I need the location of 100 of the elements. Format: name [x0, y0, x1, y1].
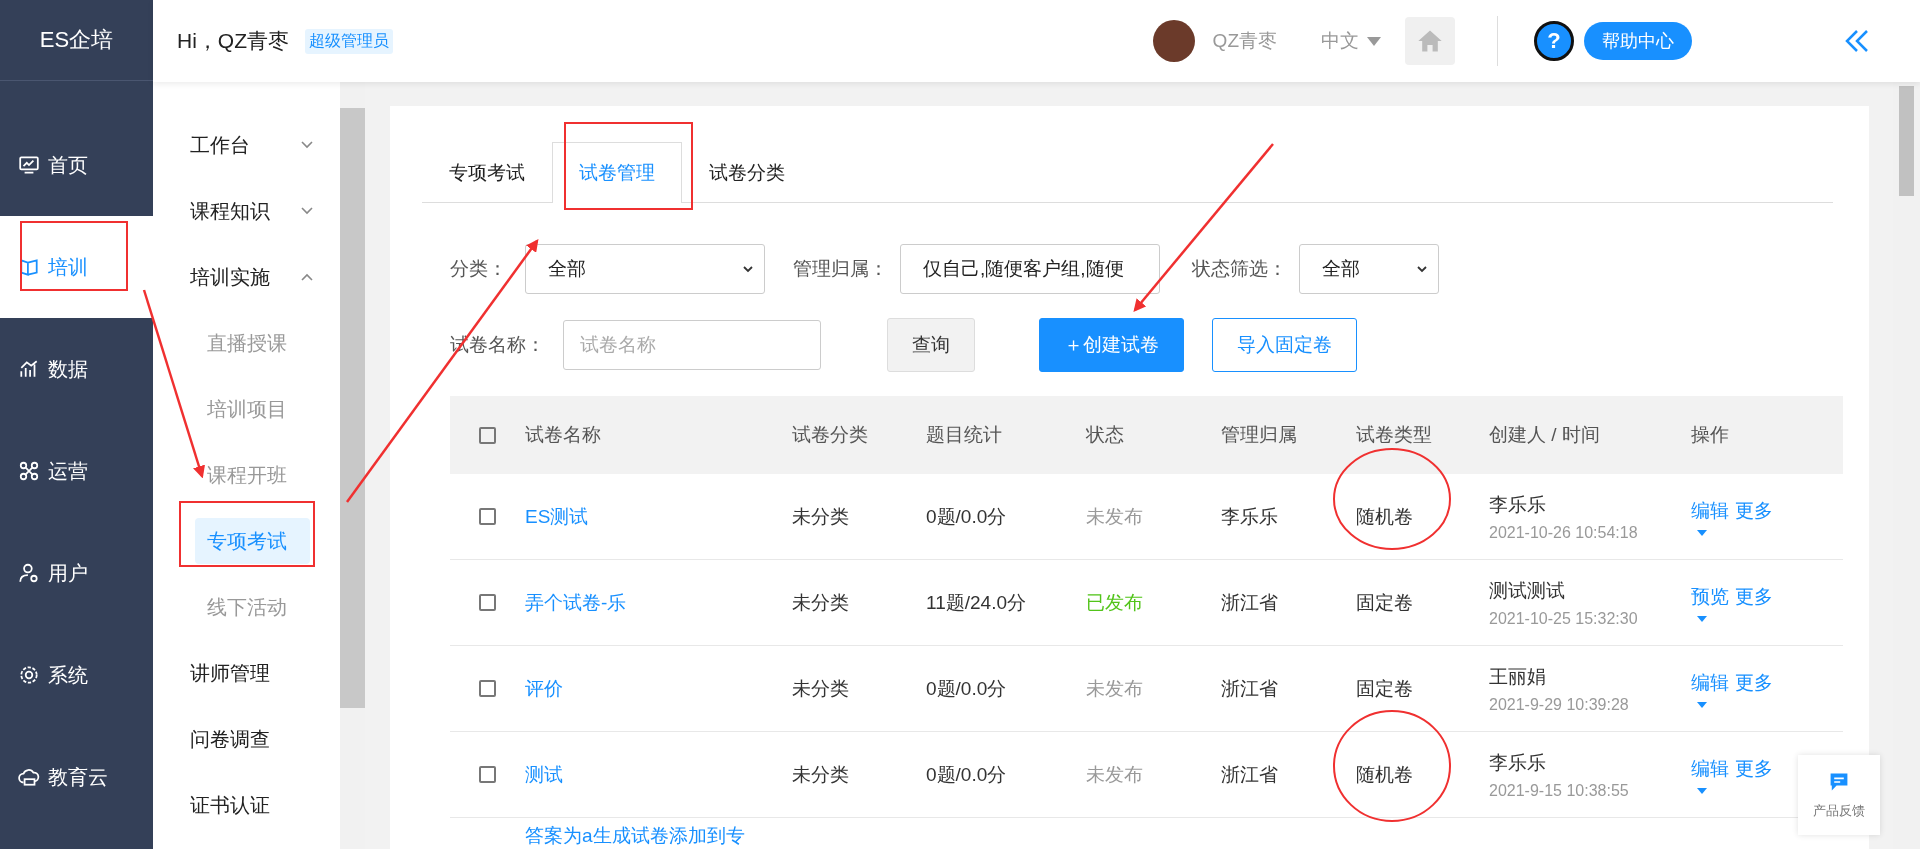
table-cell-text: 浙江省: [1221, 590, 1279, 615]
user-icon: [18, 562, 40, 584]
nav-item[interactable]: 用户: [0, 522, 153, 624]
scrollbar-thumb[interactable]: [340, 108, 365, 708]
cloud-icon: [18, 766, 40, 788]
chevron-down-icon: [742, 263, 754, 275]
exam-name-link[interactable]: ES测试: [525, 505, 589, 527]
nav-item[interactable]: 教育云: [0, 726, 153, 828]
table-cell-text: 未分类: [792, 504, 850, 529]
status-select[interactable]: 全部: [1299, 244, 1439, 294]
action-link[interactable]: 编辑: [1691, 497, 1729, 524]
nav-item[interactable]: 培训: [0, 216, 153, 318]
submenu-item[interactable]: 培训项目: [153, 376, 340, 442]
action-link[interactable]: 更多: [1735, 755, 1773, 782]
caret-icon[interactable]: [1697, 701, 1707, 708]
greeting-text: Hi，QZ青枣: [177, 28, 289, 54]
column-header: 题目统计: [926, 423, 1003, 447]
table-cell-text: 固定卷: [1356, 590, 1414, 615]
submenu-item[interactable]: 问卷调查: [153, 706, 340, 772]
submenu-item[interactable]: 工作台: [153, 112, 340, 178]
column-header: 管理归属: [1221, 423, 1298, 447]
table-cell-text: 固定卷: [1356, 676, 1414, 701]
table-cell-text: 李乐乐: [1221, 504, 1279, 529]
submenu-item[interactable]: 线下活动: [153, 574, 340, 640]
created-time: 2021-9-15 10:38:55: [1489, 781, 1630, 800]
created-time: 2021-10-26 10:54:18: [1489, 523, 1639, 542]
column-header: 试卷类型: [1356, 423, 1433, 447]
help-icon[interactable]: ?: [1534, 21, 1574, 61]
home-button[interactable]: [1405, 17, 1455, 65]
checkbox[interactable]: [479, 680, 496, 697]
feedback-button[interactable]: 产品反馈: [1798, 755, 1880, 835]
table-cell-text: 未分类: [792, 676, 850, 701]
caret-icon[interactable]: [1697, 529, 1707, 536]
exam-name-link[interactable]: 弄个试卷-乐: [525, 591, 627, 613]
nav-item[interactable]: 首页: [0, 114, 153, 216]
filter-label: 分类：: [450, 257, 507, 281]
submenu-item[interactable]: 直播授课: [153, 310, 340, 376]
checkbox[interactable]: [479, 594, 496, 611]
action-link[interactable]: 更多: [1735, 583, 1773, 610]
creator-name: 王丽娟: [1489, 664, 1547, 689]
exam-name-link[interactable]: 答案为a生成试卷添加到专: [525, 825, 745, 846]
action-link[interactable]: 更多: [1735, 669, 1773, 696]
caret-icon[interactable]: [1697, 615, 1707, 622]
submenu-item[interactable]: 课程知识: [153, 178, 340, 244]
submenu-item[interactable]: 专项考试: [195, 518, 310, 564]
scrollbar-thumb[interactable]: [1899, 86, 1914, 196]
query-button[interactable]: 查询: [887, 318, 975, 372]
action-link[interactable]: 预览: [1691, 583, 1729, 610]
status-text: 未发布: [1086, 676, 1144, 701]
status-text: 未发布: [1086, 504, 1144, 529]
table-cell-text: 未分类: [792, 590, 850, 615]
checkbox[interactable]: [479, 426, 496, 444]
checkbox[interactable]: [479, 766, 496, 783]
submenu-item[interactable]: 课程开班: [153, 442, 340, 508]
action-link[interactable]: 编辑: [1691, 669, 1729, 696]
action-link[interactable]: 更多: [1735, 497, 1773, 524]
nodes-icon: [18, 460, 40, 482]
table-cell-text: 随机卷: [1356, 504, 1414, 529]
caret-icon[interactable]: [1697, 787, 1707, 794]
table-cell-text: 11题/24.0分: [926, 590, 1027, 615]
chart-icon: [18, 358, 40, 380]
nav-item[interactable]: 系统: [0, 624, 153, 726]
column-header: 试卷分类: [792, 423, 869, 447]
tab[interactable]: 试卷管理: [552, 142, 682, 203]
table-cell-text: 浙江省: [1221, 676, 1279, 701]
ownership-select[interactable]: 仅自己,随便客户组,随便: [900, 244, 1160, 294]
column-header: 创建人 / 时间: [1489, 423, 1601, 447]
filter-label: 管理归属：: [793, 257, 888, 281]
table-cell-text: 0题/0.0分: [926, 676, 1008, 701]
create-button[interactable]: ＋创建试卷: [1039, 318, 1184, 372]
chevron-down-icon: [1416, 263, 1428, 275]
category-select[interactable]: 全部: [525, 244, 765, 294]
checkbox[interactable]: [479, 508, 496, 525]
created-time: 2021-9-29 10:39:28: [1489, 695, 1630, 714]
avatar[interactable]: [1152, 20, 1195, 62]
created-time: 2021-10-25 15:32:30: [1489, 609, 1639, 628]
role-badge: 超级管理员: [305, 28, 393, 54]
submenu-item[interactable]: 讲师管理: [153, 640, 340, 706]
name-input-field[interactable]: 试卷名称: [563, 320, 821, 370]
nav-item[interactable]: 数据: [0, 318, 153, 420]
status-text: 已发布: [1086, 590, 1144, 615]
tab[interactable]: 试卷分类: [682, 142, 812, 203]
table-cell-text: 0题/0.0分: [926, 762, 1008, 787]
tab[interactable]: 专项考试: [422, 142, 552, 203]
table-cell-text: 未分类: [792, 762, 850, 787]
user-name[interactable]: QZ青枣: [1212, 28, 1277, 54]
table-cell-text: 浙江省: [1221, 762, 1279, 787]
import-button[interactable]: 导入固定卷: [1212, 318, 1357, 372]
help-center-button[interactable]: 帮助中心: [1584, 22, 1692, 60]
exam-name-link[interactable]: 测试: [525, 763, 563, 785]
submenu-item[interactable]: 证书认证: [153, 772, 340, 838]
column-header: 状态: [1086, 423, 1125, 447]
submenu-item[interactable]: 培训实施: [153, 244, 340, 310]
nav-item[interactable]: 运营: [0, 420, 153, 522]
language-dropdown[interactable]: 中文: [1321, 28, 1381, 54]
home-icon: [1417, 28, 1443, 54]
action-link[interactable]: 编辑: [1691, 755, 1729, 782]
filter-label: 状态筛选：: [1192, 257, 1287, 281]
column-header: 试卷名称: [525, 423, 602, 447]
exam-name-link[interactable]: 评价: [525, 677, 563, 699]
